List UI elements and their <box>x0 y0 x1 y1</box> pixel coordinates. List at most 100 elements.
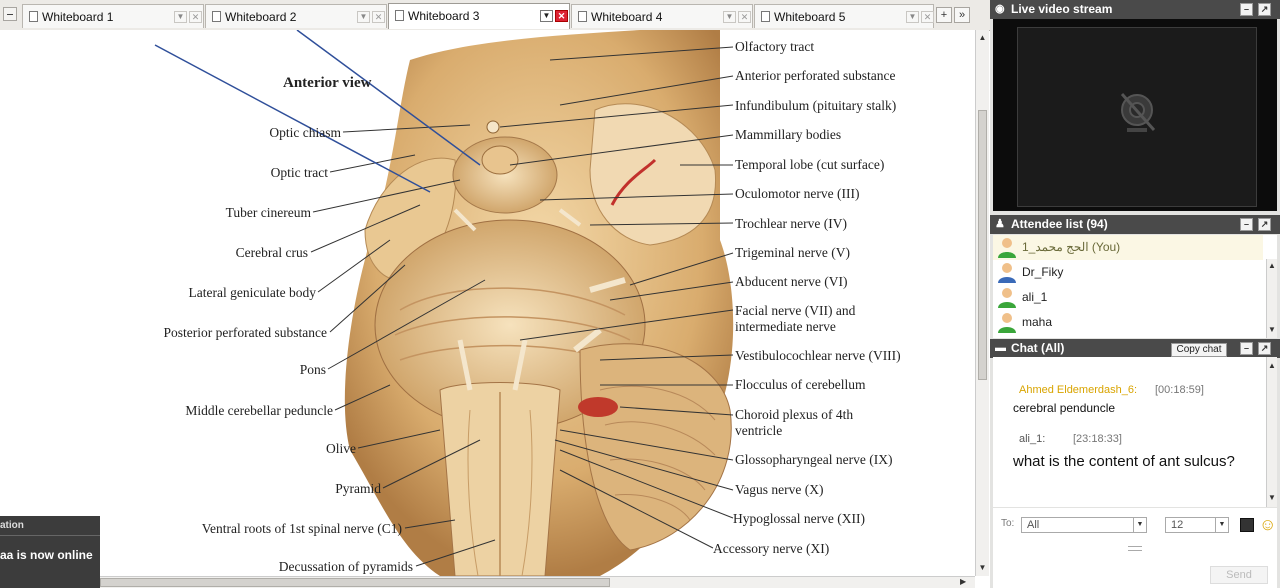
copy-chat-button[interactable]: Copy chat <box>1171 343 1227 357</box>
minimize-icon[interactable]: – <box>1240 3 1253 16</box>
chevron-down-icon[interactable]: ▼ <box>906 11 919 23</box>
attendee-name: maha <box>1022 315 1053 329</box>
user-green-icon <box>998 238 1016 258</box>
attendee-row[interactable]: Dr_Fiky <box>993 260 1263 285</box>
document-icon <box>29 11 38 22</box>
tab-whiteboard-4[interactable]: Whiteboard 4 ▼ ✕ <box>571 4 753 28</box>
tab-whiteboard-1[interactable]: Whiteboard 1 ▼ ✕ <box>22 4 204 28</box>
diagram-label: Vagus nerve (X) <box>735 482 824 497</box>
diagram-label: intermediate nerve <box>735 319 836 334</box>
document-icon <box>578 11 587 22</box>
scroll-thumb[interactable] <box>978 110 987 380</box>
send-button[interactable]: Send <box>1210 566 1268 584</box>
diagram-label: Trochlear nerve (IV) <box>735 216 847 231</box>
user-green-icon <box>998 313 1016 333</box>
chat-bubble-icon: ▬ <box>995 342 1006 354</box>
online-notification: ation aa is now online <box>0 516 100 588</box>
close-icon[interactable]: ✕ <box>372 11 385 23</box>
diagram-label: Cerebral crus <box>235 245 308 260</box>
panel-title: Chat (All) <box>1011 341 1065 355</box>
chevron-down-icon[interactable]: ▼ <box>357 11 370 23</box>
whiteboard-horizontal-scrollbar[interactable]: ▶ <box>0 576 975 588</box>
scroll-up-icon[interactable]: ▲ <box>1268 361 1276 370</box>
diagram-label: Choroid plexus of 4th <box>735 407 854 422</box>
recipient-select[interactable]: All ▼ <box>1021 517 1147 533</box>
minimize-icon[interactable]: – <box>1240 218 1253 231</box>
user-green-icon <box>998 288 1016 308</box>
attendee-row[interactable]: 1_الحج محمد (You) <box>993 235 1263 260</box>
more-tabs-button[interactable]: » <box>954 7 970 23</box>
maximize-icon[interactable]: ↗ <box>1258 342 1271 355</box>
chat-message: what is the content of ant sulcus? <box>1013 453 1235 470</box>
diagram-label: Posterior perforated substance <box>163 325 327 340</box>
notification-message: aa is now online <box>0 548 93 562</box>
diagram-label: Flocculus of cerebellum <box>735 377 866 392</box>
diagram-label: Optic chiasm <box>269 125 341 140</box>
webcam-icon: ◉ <box>995 3 1005 15</box>
close-icon[interactable]: ✕ <box>555 10 568 22</box>
close-icon[interactable]: ✕ <box>189 11 202 23</box>
notification-title: ation <box>0 520 100 536</box>
diagram-label: Infundibulum (pituitary stalk) <box>735 98 897 113</box>
tab-whiteboard-2[interactable]: Whiteboard 2 ▼ ✕ <box>205 4 387 28</box>
diagram-label: Anterior perforated substance <box>735 68 896 83</box>
chevron-down-icon[interactable]: ▼ <box>540 10 553 22</box>
chevron-down-icon: ▼ <box>1133 518 1146 532</box>
chat-compose: To: All ▼ 12 ▼ ☺ Send <box>993 508 1277 588</box>
chevron-down-icon[interactable]: ▼ <box>723 11 736 23</box>
people-icon: ♟ <box>995 218 1005 230</box>
scroll-down-icon[interactable]: ▼ <box>1268 325 1276 334</box>
maximize-icon[interactable]: ↗ <box>1258 218 1271 231</box>
diagram-label: Olfactory tract <box>735 39 815 54</box>
scroll-right-icon[interactable]: ▶ <box>960 577 966 586</box>
attendee-row[interactable]: ali_1 <box>993 285 1263 310</box>
resize-handle-icon[interactable] <box>1128 546 1142 551</box>
attendee-list: 1_الحج محمد (You) Dr_Fiky ali_1 maha ▲ ▼ <box>993 235 1277 338</box>
chat-sender: Ahmed Eldemerdash_6: <box>1019 384 1138 396</box>
diagram-label: Olive <box>326 441 356 456</box>
emoticon-icon[interactable]: ☺ <box>1259 515 1276 535</box>
attendee-name: 1_الحج محمد (You) <box>1022 240 1121 254</box>
chat-time: [00:18:59] <box>1155 384 1204 396</box>
document-icon <box>212 11 221 22</box>
view-title: Anterior view <box>283 75 372 91</box>
chat-time: [23:18:33] <box>1073 433 1122 445</box>
chevron-down-icon: ▼ <box>1215 518 1228 532</box>
maximize-icon[interactable]: ↗ <box>1258 3 1271 16</box>
font-size-select[interactable]: 12 ▼ <box>1165 517 1229 533</box>
text-color-picker[interactable] <box>1240 518 1254 532</box>
whiteboard-canvas[interactable]: Anterior view Optic chiasm Optic tract T… <box>0 30 975 576</box>
to-label: To: <box>1001 518 1015 529</box>
close-icon[interactable]: ✕ <box>738 11 751 23</box>
attendee-row[interactable]: maha <box>993 310 1263 335</box>
tab-whiteboard-3[interactable]: Whiteboard 3 ▼ ✕ <box>388 3 570 29</box>
whiteboard-vertical-scrollbar[interactable]: ▲ ▼ <box>975 30 989 576</box>
close-icon[interactable]: ✕ <box>921 11 934 23</box>
diagram-label: Oculomotor nerve (III) <box>735 186 860 201</box>
diagram-label: Middle cerebellar peduncle <box>185 403 333 418</box>
minimize-icon[interactable]: – <box>1240 342 1253 355</box>
diagram-label: Trigeminal nerve (V) <box>735 245 850 260</box>
panel-title: Attendee list (94) <box>1011 217 1108 231</box>
chat-messages: Ahmed Eldemerdash_6: [00:18:59] cerebral… <box>993 357 1277 507</box>
message-input[interactable] <box>996 538 1276 566</box>
font-size-value: 12 <box>1171 519 1184 531</box>
attendee-scrollbar[interactable]: ▲ ▼ <box>1266 259 1277 338</box>
chat-message: cerebral penduncle <box>1013 401 1116 415</box>
scroll-up-icon[interactable]: ▲ <box>978 33 987 42</box>
add-tab-button[interactable]: + <box>936 7 952 23</box>
attendee-name: Dr_Fiky <box>1022 265 1064 279</box>
whiteboard-tabbar: Whiteboard 1 ▼ ✕ Whiteboard 2 ▼ ✕ Whiteb… <box>0 0 990 31</box>
scroll-up-icon[interactable]: ▲ <box>1268 261 1276 270</box>
tab-label: Whiteboard 5 <box>774 10 846 24</box>
diagram-label: Vestibulocochlear nerve (VIII) <box>735 348 901 363</box>
diagram-label: Pons <box>299 362 326 377</box>
chevron-down-icon[interactable]: ▼ <box>174 11 187 23</box>
tab-whiteboard-5[interactable]: Whiteboard 5 ▼ ✕ <box>754 4 934 28</box>
scroll-thumb[interactable] <box>100 578 610 587</box>
chat-scrollbar[interactable]: ▲ ▼ <box>1266 357 1277 507</box>
diagram-label: Optic tract <box>270 165 328 180</box>
scroll-down-icon[interactable]: ▼ <box>1268 493 1276 502</box>
collapse-button[interactable] <box>3 7 17 21</box>
scroll-down-icon[interactable]: ▼ <box>978 563 987 572</box>
